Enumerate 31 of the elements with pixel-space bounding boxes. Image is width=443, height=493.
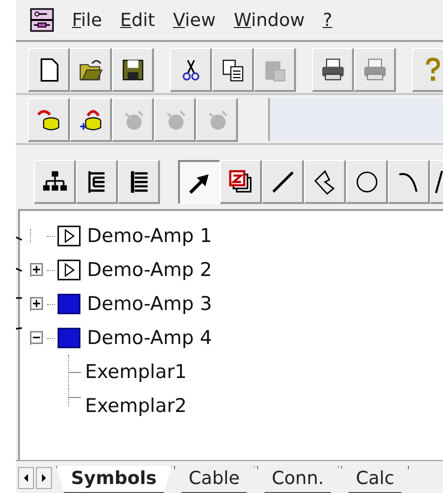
layers-icon	[226, 168, 254, 196]
square-icon	[57, 293, 81, 315]
menu-item[interactable]: Edit	[120, 8, 155, 32]
expand-icon[interactable]	[30, 263, 43, 276]
amplifier-icon	[57, 225, 81, 247]
menu-item[interactable]: File	[72, 8, 102, 32]
tree-item[interactable]: Demo-Amp 1	[87, 225, 212, 247]
tab[interactable]: Cable	[174, 466, 255, 493]
scroll-right-button[interactable]	[36, 467, 52, 489]
tree-item[interactable]: Demo-Amp 2	[87, 259, 212, 281]
toolbar-button[interactable]	[178, 160, 220, 204]
triangle-right-icon	[41, 474, 47, 482]
square-icon	[57, 327, 81, 349]
tree-item[interactable]: Demo-Amp 3	[87, 293, 212, 315]
menu-item[interactable]: Window	[234, 8, 305, 32]
leader-line	[16, 297, 22, 299]
app-icon	[30, 8, 54, 32]
tree-item[interactable]: Exemplar2	[85, 395, 187, 417]
scroll-left-button[interactable]	[18, 467, 34, 489]
tree-item[interactable]: Demo-Amp 4	[87, 327, 212, 349]
menu-item[interactable]: ?	[322, 8, 332, 32]
amplifier-icon	[57, 259, 81, 281]
triangle-left-icon	[23, 474, 29, 482]
leader-line	[16, 327, 22, 332]
menu-item[interactable]: View	[172, 8, 216, 32]
tab[interactable]: Calc	[340, 466, 410, 493]
collapse-icon[interactable]	[30, 331, 43, 344]
tab[interactable]: Conn.	[256, 466, 339, 493]
tab[interactable]: Symbols	[56, 466, 172, 493]
tree-item[interactable]: Exemplar1	[85, 361, 187, 383]
expand-icon[interactable]	[30, 297, 43, 310]
